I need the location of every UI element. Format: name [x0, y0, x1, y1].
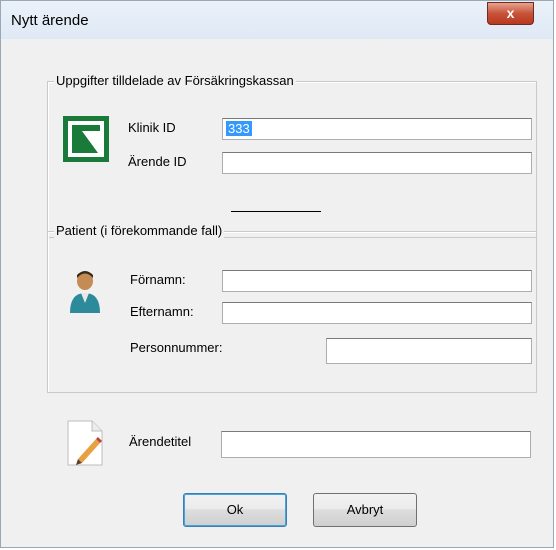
fornamn-field[interactable]: [222, 270, 532, 292]
personnummer-field[interactable]: [326, 338, 532, 364]
forsakringskassan-logo-icon: [63, 116, 109, 165]
close-icon: x: [506, 5, 515, 21]
arende-id-underline: [231, 211, 321, 212]
document-edit-icon: [64, 419, 106, 470]
arendetitel-label: Ärendetitel: [129, 434, 192, 449]
klinik-id-field[interactable]: 333: [222, 118, 532, 140]
title-bar: Nytt ärende x: [1, 1, 553, 39]
window-title: Nytt ärende: [11, 12, 89, 29]
arende-id-field[interactable]: [222, 152, 532, 174]
klinik-id-label: Klinik ID: [128, 120, 176, 135]
fornamn-label: Förnamn:: [130, 272, 186, 287]
dialog-window: Nytt ärende x Uppgifter tilldelade av Fö…: [0, 0, 554, 548]
ok-button[interactable]: Ok: [183, 493, 287, 527]
dialog-body: Uppgifter tilldelade av Försäkringskassa…: [8, 41, 548, 546]
efternamn-field[interactable]: [222, 302, 532, 324]
personnummer-label: Personnummer:: [130, 340, 223, 355]
efternamn-label: Efternamn:: [130, 304, 194, 319]
assigned-details-group: Uppgifter tilldelade av Försäkringskassa…: [47, 73, 537, 238]
cancel-button[interactable]: Avbryt: [313, 493, 417, 527]
klinik-id-value: 333: [226, 121, 252, 136]
arende-id-label: Ärende ID: [128, 154, 187, 169]
patient-legend: Patient (i förekommande fall): [54, 223, 225, 238]
patient-group: Patient (i förekommande fall) Förnamn: E…: [47, 223, 537, 393]
arendetitel-field[interactable]: [221, 431, 531, 458]
assigned-details-legend: Uppgifter tilldelade av Försäkringskassa…: [54, 73, 296, 88]
close-button[interactable]: x: [487, 2, 534, 25]
person-icon: [68, 269, 102, 318]
